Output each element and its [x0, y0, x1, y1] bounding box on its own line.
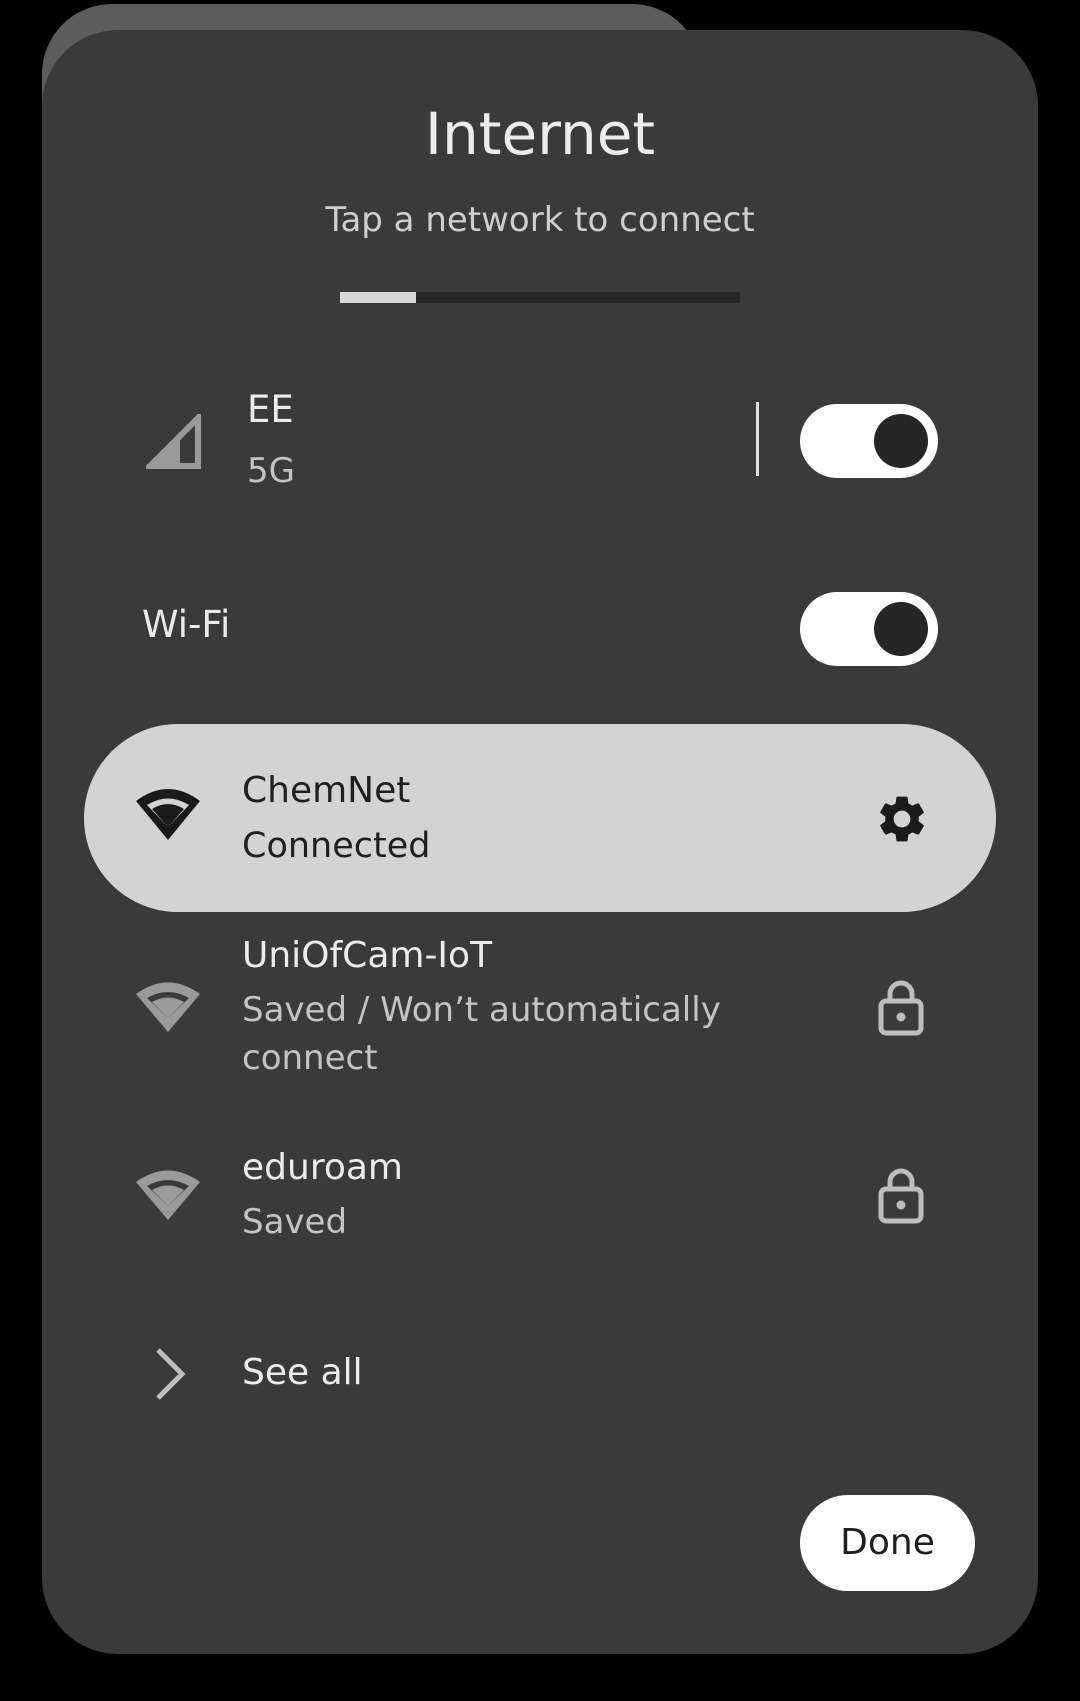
mobile-network-type: 5G [247, 451, 295, 491]
wifi-signal-icon [136, 1170, 200, 1220]
dialog-title: Internet [424, 100, 656, 168]
mobile-row-divider [756, 402, 759, 476]
mobile-data-toggle-knob [874, 414, 928, 468]
dialog-subtitle: Tap a network to connect [325, 200, 755, 240]
lock-icon [878, 980, 924, 1036]
network-name: eduroam [242, 1147, 403, 1188]
wifi-signal-icon [136, 982, 200, 1032]
wifi-toggle[interactable] [800, 592, 938, 666]
network-name: UniOfCam-IoT [242, 935, 493, 976]
mobile-data-toggle[interactable] [800, 404, 938, 478]
wifi-signal-icon [136, 789, 200, 840]
network-name: ChemNet [242, 770, 411, 811]
lock-icon [878, 1168, 924, 1224]
wifi-toggle-knob [874, 602, 928, 656]
network-status-continued: connect [242, 1038, 378, 1078]
network-row-chemnet[interactable] [84, 724, 996, 912]
see-all-label: See all [242, 1352, 363, 1393]
mobile-carrier-name: EE [247, 388, 294, 431]
chevron-right-icon [156, 1348, 186, 1400]
network-status: Saved / Won’t automatically [242, 990, 721, 1030]
cellular-signal-icon [146, 414, 201, 469]
wifi-label: Wi-Fi [142, 603, 231, 646]
network-status: Saved [242, 1202, 348, 1242]
scan-progress-bar [340, 292, 740, 303]
scan-progress-fill [340, 292, 416, 303]
gear-icon[interactable] [874, 791, 930, 847]
network-status: Connected [242, 826, 431, 866]
done-button[interactable]: Done [800, 1495, 975, 1591]
